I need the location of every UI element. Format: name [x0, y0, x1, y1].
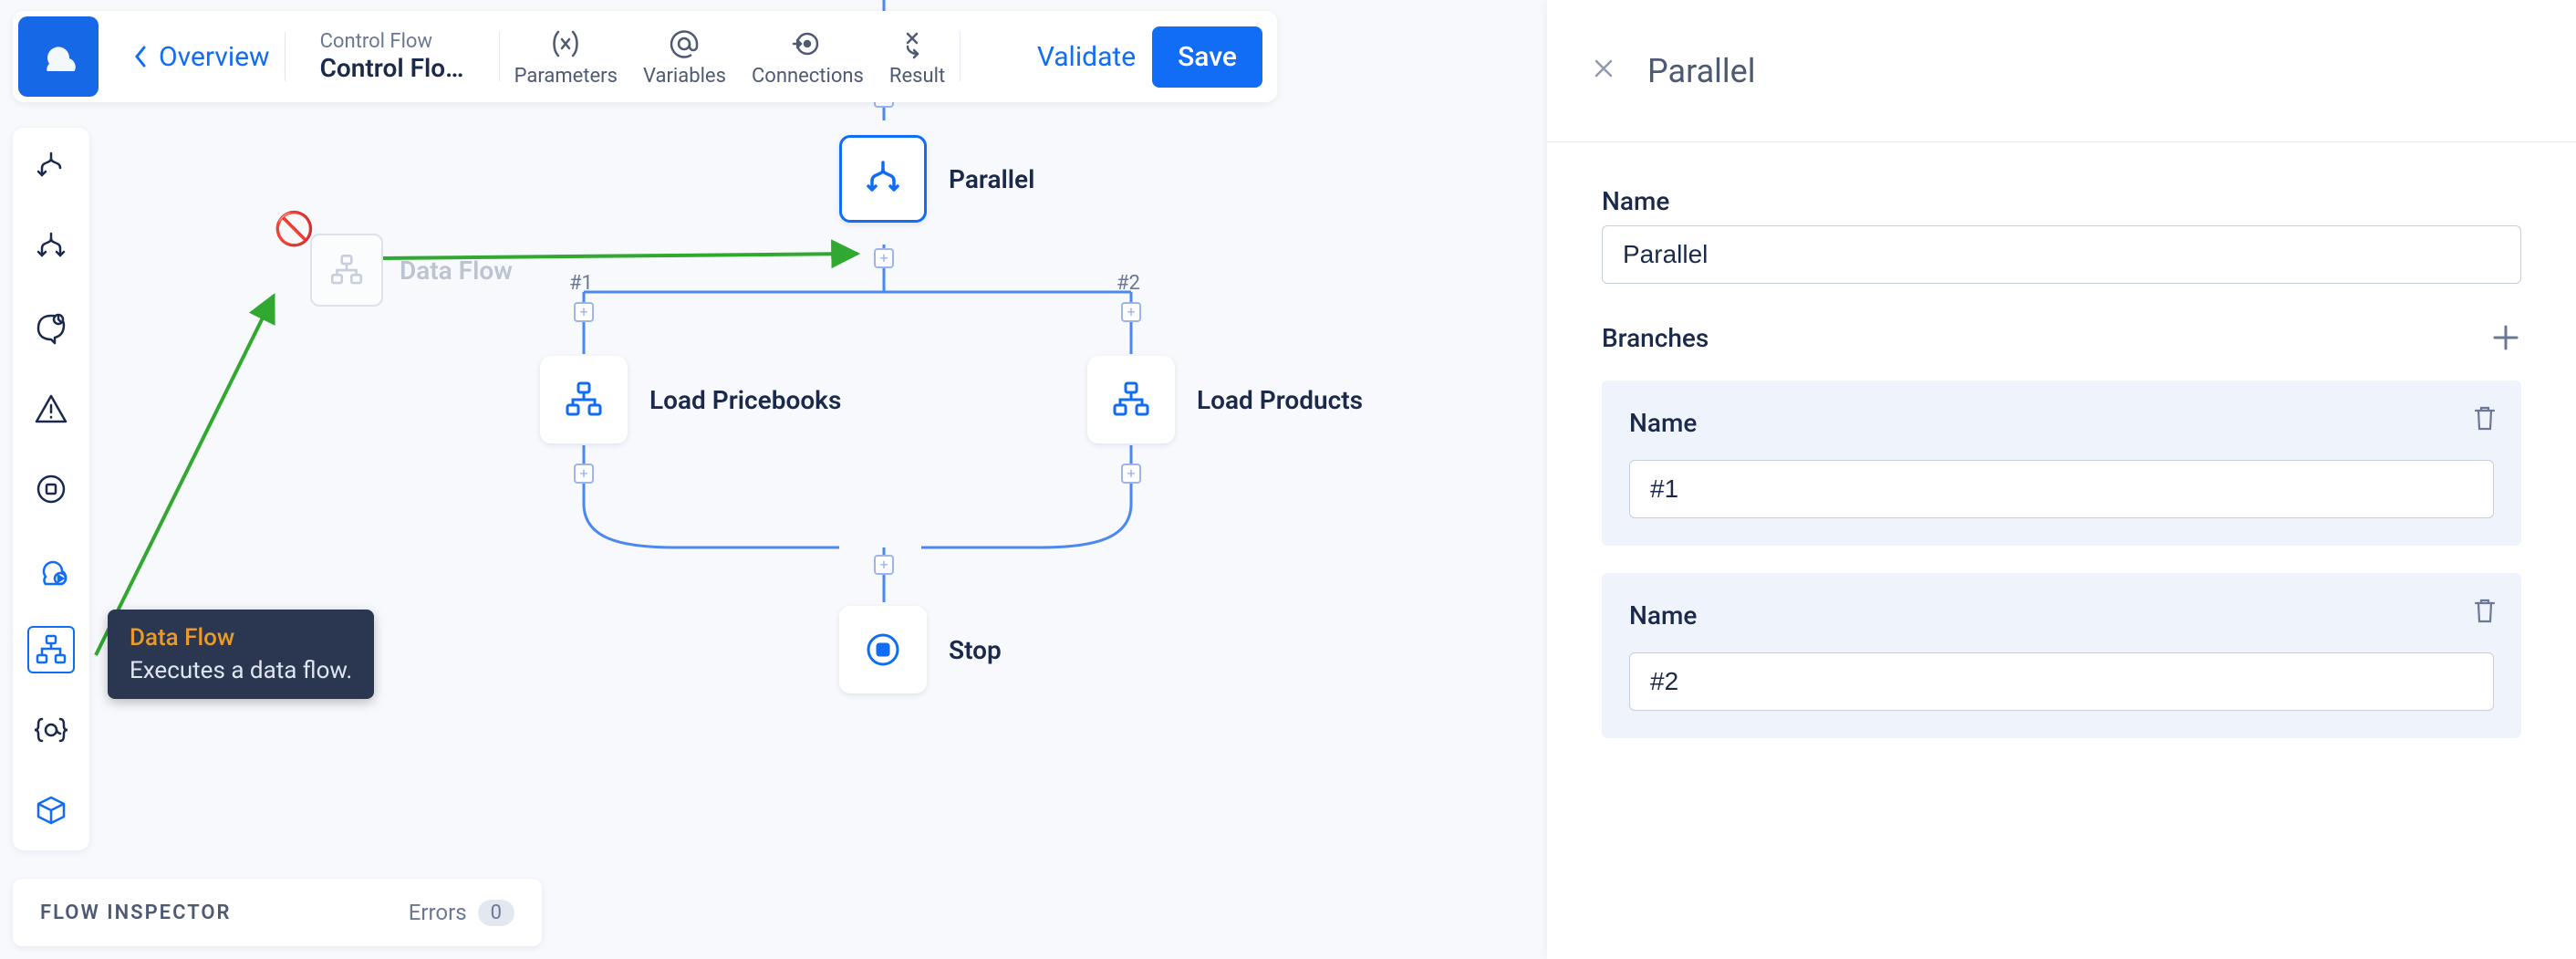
- result-button[interactable]: Result: [889, 26, 945, 88]
- breadcrumb[interactable]: Control Flow Control Flo…: [320, 30, 484, 83]
- node-stop[interactable]: Stop: [839, 606, 1002, 693]
- palette-variable-ref[interactable]: [27, 706, 75, 754]
- flow-inspector[interactable]: FLOW INSPECTOR Errors 0: [13, 879, 542, 946]
- parentheses-x-icon: [549, 26, 582, 61]
- validate-link[interactable]: Validate: [1037, 41, 1136, 73]
- parallel-icon: [33, 230, 69, 266]
- close-panel-button[interactable]: [1593, 55, 1615, 87]
- delete-branch-button[interactable]: [2472, 597, 2498, 628]
- delete-branch-button[interactable]: [2472, 404, 2498, 435]
- at-icon: [669, 26, 700, 61]
- node-label: Parallel: [949, 164, 1034, 194]
- stop-circle-icon: [33, 471, 69, 507]
- connector-port[interactable]: +: [1121, 302, 1141, 322]
- not-allowed-cursor-icon: 🚫: [274, 210, 315, 248]
- branch-name-input[interactable]: [1629, 460, 2494, 518]
- tooltip-subtitle: Executes a data flow.: [130, 657, 352, 684]
- close-icon: [1593, 57, 1615, 79]
- connector-port[interactable]: +: [1121, 464, 1141, 484]
- palette-step[interactable]: [27, 144, 75, 192]
- x-arrow-icon: [902, 26, 933, 61]
- plus-icon: [2490, 322, 2521, 353]
- condition-icon: [33, 310, 69, 347]
- trash-icon: [2472, 597, 2498, 624]
- palette-condition[interactable]: [27, 305, 75, 352]
- connector-port[interactable]: +: [574, 464, 594, 484]
- palette-data-flow[interactable]: [27, 626, 75, 673]
- toolbar-divider: [499, 32, 500, 81]
- connector-port[interactable]: +: [874, 555, 894, 575]
- step-icon: [33, 150, 69, 186]
- palette-cloud-run[interactable]: [27, 546, 75, 593]
- node-label: Load Products: [1197, 385, 1363, 415]
- breadcrumb-main: Control Flo…: [320, 53, 484, 83]
- node-palette: [13, 128, 89, 850]
- branches-label: Branches: [1602, 323, 1709, 353]
- branch-name-label: Name: [1629, 600, 2494, 631]
- drag-ghost-label: Data Flow: [400, 255, 513, 286]
- panel-title: Parallel: [1647, 52, 1756, 90]
- drag-ghost-data-flow: Data Flow: [310, 234, 513, 307]
- node-label: Stop: [949, 635, 1002, 665]
- tooltip-title: Data Flow: [130, 624, 352, 651]
- add-branch-button[interactable]: [2490, 322, 2521, 353]
- box-3d-icon: [33, 792, 69, 829]
- connector-port[interactable]: +: [874, 248, 894, 268]
- palette-parallel[interactable]: [27, 224, 75, 272]
- name-input[interactable]: [1602, 225, 2521, 284]
- branch-card: Name: [1602, 380, 2521, 546]
- node-load-pricebooks[interactable]: Load Pricebooks: [540, 356, 841, 443]
- save-button[interactable]: Save: [1152, 26, 1262, 88]
- variables-button[interactable]: Variables: [643, 26, 726, 88]
- cloud-play-icon: [33, 551, 69, 588]
- branch-index-label: #2: [1117, 272, 1140, 295]
- node-load-products[interactable]: Load Products: [1087, 356, 1363, 443]
- connections-button[interactable]: Connections: [752, 26, 864, 88]
- palette-package[interactable]: [27, 787, 75, 834]
- errors-label: Errors: [409, 900, 467, 925]
- branch-index-label: #1: [569, 272, 593, 295]
- toolbar-divider: [285, 32, 286, 81]
- connector-port[interactable]: +: [574, 302, 594, 322]
- flow-canvas[interactable]: [0, 0, 1548, 959]
- breadcrumb-super: Control Flow: [320, 30, 484, 53]
- palette-tooltip: Data Flow Executes a data flow.: [108, 610, 374, 699]
- trash-icon: [2472, 404, 2498, 432]
- node-parallel[interactable]: Parallel: [839, 135, 1034, 223]
- palette-stop[interactable]: [27, 465, 75, 513]
- name-field-label: Name: [1602, 186, 2521, 216]
- palette-error[interactable]: [27, 385, 75, 433]
- branch-card: Name: [1602, 573, 2521, 738]
- back-label: Overview: [159, 41, 270, 73]
- parameters-button[interactable]: Parameters: [514, 26, 618, 88]
- top-toolbar: Overview Control Flow Control Flo… Param…: [13, 11, 1277, 102]
- branch-name-label: Name: [1629, 408, 2494, 438]
- drag-guide-arrows: [0, 0, 1548, 959]
- variable-ref-icon: [33, 712, 69, 748]
- node-label: Load Pricebooks: [649, 385, 841, 415]
- back-overview-link[interactable]: Overview: [131, 41, 270, 73]
- toolbar-divider: [960, 32, 961, 81]
- target-arrow-icon: [792, 26, 823, 61]
- branch-name-input[interactable]: [1629, 652, 2494, 711]
- chevron-left-icon: [131, 44, 150, 69]
- inspector-title: FLOW INSPECTOR: [40, 902, 232, 924]
- properties-panel: Parallel Name Branches Name: [1547, 0, 2576, 959]
- app-logo[interactable]: [18, 16, 99, 97]
- error-icon: [33, 391, 69, 427]
- data-flow-icon: [33, 631, 69, 668]
- errors-count-badge: 0: [478, 900, 514, 926]
